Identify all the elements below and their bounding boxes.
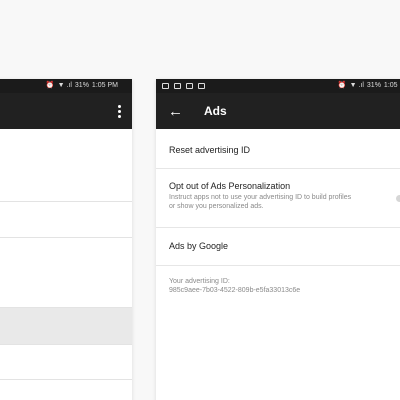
gallery-icon xyxy=(162,83,169,89)
system-status: ⏰ ▼ .ıl 31% 1:05 PM xyxy=(338,79,400,93)
advertising-id-value: 985c9aee-7b03-4522-809b-e5fa33013c6e xyxy=(169,287,301,294)
back-arrow-icon[interactable]: ← xyxy=(168,104,194,119)
page-title: Ads xyxy=(204,104,227,118)
status-time: 1:05 PM xyxy=(91,82,118,89)
list-row[interactable] xyxy=(0,344,132,380)
list-row[interactable] xyxy=(0,202,132,238)
opt-out-toggle[interactable] xyxy=(396,195,400,202)
app-bar xyxy=(0,93,132,129)
advertising-id-label: Your advertising ID: xyxy=(169,278,230,285)
app-bar: ← Ads xyxy=(156,93,400,129)
item-subtitle: Instruct apps not to use your advertisin… xyxy=(169,194,352,210)
item-title: Ads by Google xyxy=(169,241,229,251)
status-bar: ⏰ ▼ .ıl 31% 1:05 PM xyxy=(156,79,400,93)
message-icon xyxy=(174,83,181,89)
notification-icons xyxy=(162,83,205,89)
list-row[interactable] xyxy=(0,129,132,202)
item-title: Reset advertising ID xyxy=(169,145,251,155)
app-icon xyxy=(186,83,193,89)
opt-out-ads-personalization-item[interactable]: Opt out of Ads Personalization Instruct … xyxy=(156,169,400,228)
signal-icon: ▼ .ıl xyxy=(349,82,364,89)
ads-by-google-item[interactable]: Ads by Google xyxy=(156,228,400,266)
overflow-menu-icon[interactable] xyxy=(118,104,121,118)
status-bar: ⏰ ▼ .ıl 31% 1:05 PM xyxy=(0,79,132,93)
item-title: Opt out of Ads Personalization xyxy=(169,181,291,191)
signal-icon: ▼ .ıl xyxy=(57,82,72,89)
list-row[interactable] xyxy=(0,238,132,308)
battery-level: 31% xyxy=(74,82,89,89)
left-phone-screen: ⏰ ▼ .ıl 31% 1:05 PM xyxy=(0,79,132,400)
list-row-highlighted[interactable] xyxy=(0,308,132,344)
reset-advertising-id-item[interactable]: Reset advertising ID xyxy=(156,129,400,169)
screenshot-canvas: ⏰ ▼ .ıl 31% 1:05 PM ⏰ ▼ .ıl 31% 1:05 ← A… xyxy=(0,0,400,400)
alarm-icon: ⏰ xyxy=(45,82,55,89)
app-icon xyxy=(198,83,205,89)
status-time: 1:05 PM xyxy=(383,82,400,89)
battery-level: 31% xyxy=(366,82,381,89)
right-phone-screen: ⏰ ▼ .ıl 31% 1:05 PM ← Ads Reset advertis… xyxy=(156,79,400,400)
alarm-icon: ⏰ xyxy=(337,82,347,89)
advertising-id-info: Your advertising ID: 985c9aee-7b03-4522-… xyxy=(156,266,400,316)
